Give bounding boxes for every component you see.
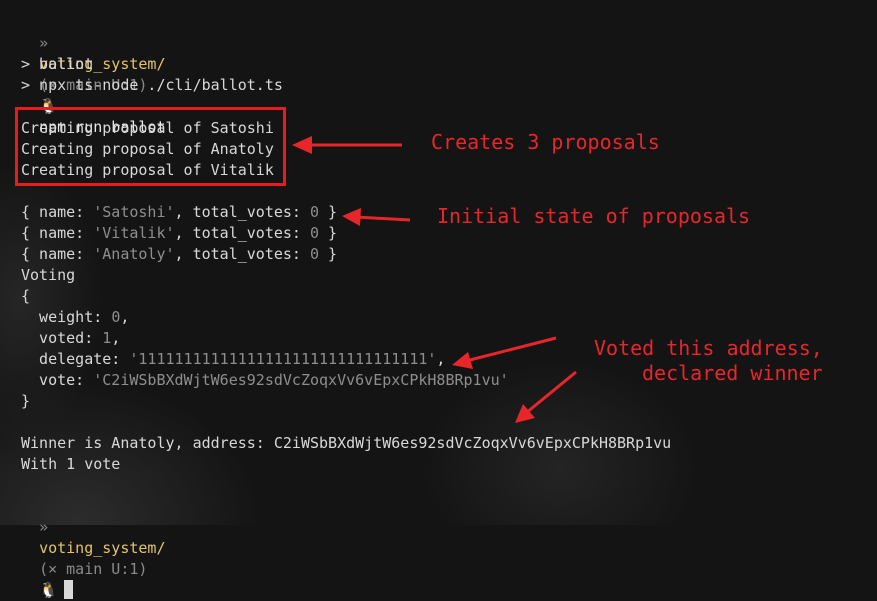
- prompt-symbol: »: [39, 34, 49, 52]
- winner-line: Winner is Anatoly, address: C2iWSbBXdWjt…: [21, 434, 672, 452]
- proposal-state-line: { name: 'Anatoly', total_votes: 0 }: [21, 245, 338, 263]
- prompt-line-bottom[interactable]: » voting_system/ (× main U:1) 🐧: [21, 496, 166, 599]
- voter-vote-line: vote: 'C2iWSbBXdWjtW6es92sdVcZoqxVv6vEpx…: [21, 371, 509, 389]
- proposal-state-line: { name: 'Satoshi', total_votes: 0 }: [21, 203, 338, 221]
- votes-count-line: With 1 vote: [21, 455, 121, 473]
- object-close-brace: }: [21, 392, 31, 410]
- proposals-highlight-box: [15, 107, 286, 186]
- npm-output-line: > npx ts-node ./cli/ballot.ts: [21, 76, 283, 94]
- prompt-line-top: » voting_system/ (× main U:1) 🐧 npm run …: [21, 12, 165, 136]
- git-status: (× main U:1): [39, 560, 148, 578]
- prompt-symbol: »: [39, 518, 49, 536]
- annotation-initial-state: Initial state of proposals: [437, 204, 751, 228]
- npm-output-line: > ballot: [21, 55, 94, 73]
- text-cursor[interactable]: [63, 580, 73, 599]
- annotation-voted-address: Voted this address,: [594, 336, 823, 360]
- voter-voted-line: voted: 1,: [21, 329, 121, 347]
- voter-weight-line: weight: 0,: [21, 308, 130, 326]
- proposal-state-line: { name: 'Vitalik', total_votes: 0 }: [21, 224, 338, 242]
- annotation-creates-proposals: Creates 3 proposals: [431, 130, 660, 154]
- voting-label: Voting: [21, 266, 76, 284]
- penguin-icon: 🐧: [39, 581, 58, 599]
- annotation-declared-winner: declared winner: [642, 361, 823, 385]
- voter-delegate-line: delegate: '11111111111111111111111111111…: [21, 350, 446, 368]
- object-open-brace: {: [21, 287, 31, 305]
- prompt-directory: voting_system/: [39, 539, 166, 557]
